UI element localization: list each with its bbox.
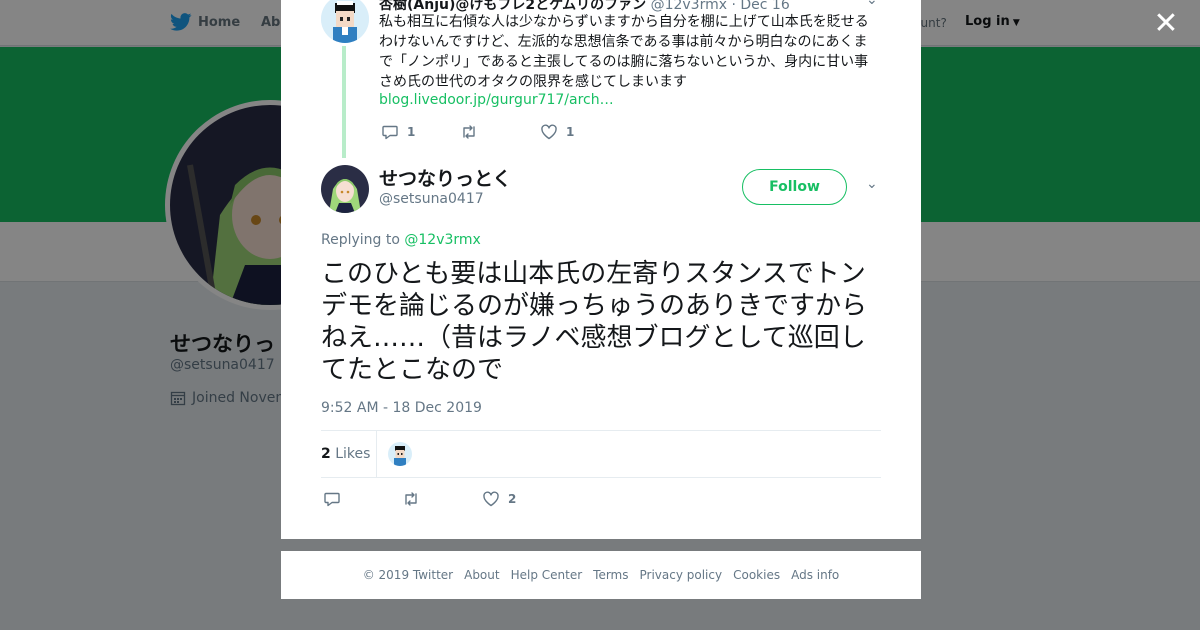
main-reply-button[interactable] <box>323 490 349 508</box>
footer-link-cookies[interactable]: Cookies <box>733 568 780 582</box>
footer-link-terms[interactable]: Terms <box>593 568 628 582</box>
liker-avatar-image <box>388 442 412 466</box>
retweet-icon <box>405 492 417 506</box>
main-tweet-timestamp[interactable]: 9:52 AM - 18 Dec 2019 <box>321 400 482 416</box>
main-tweet-avatar[interactable] <box>321 165 369 213</box>
liker-avatar[interactable] <box>388 442 412 466</box>
previous-retweet-button[interactable] <box>460 123 486 141</box>
previous-like-count: 1 <box>566 125 575 139</box>
retweet-icon <box>463 125 475 139</box>
footer-link-ads-info[interactable]: Ads info <box>791 568 839 582</box>
previous-like-button[interactable]: 1 <box>540 123 574 141</box>
main-like-button[interactable]: 2 <box>482 490 516 508</box>
stats-divider <box>376 431 377 478</box>
footer-link-privacy[interactable]: Privacy policy <box>640 568 723 582</box>
heart-icon <box>541 124 557 140</box>
close-icon[interactable]: ✕ <box>1152 9 1180 39</box>
main-tweet-name[interactable]: せつなりっとく <box>379 164 511 191</box>
tweet-stats: 2 Likes <box>321 430 881 478</box>
main-tweet-avatar-image <box>321 165 369 213</box>
main-tweet-chevron-down-icon[interactable]: ⌄ <box>866 176 878 192</box>
likes-label: Likes <box>335 446 371 462</box>
previous-tweet-text: 私も相互に右傾な人は少なからずいますから自分を棚に上げて山本氏を貶せるわけないん… <box>379 14 869 90</box>
footer: © 2019 Twitter About Help Center Terms P… <box>281 551 921 599</box>
main-retweet-button[interactable] <box>402 490 428 508</box>
main-like-count: 2 <box>508 492 517 506</box>
likes-number: 2 <box>321 446 331 462</box>
replying-to: Replying to @12v3rmx <box>321 232 481 248</box>
main-tweet-text: このひとも要は山本氏の左寄りスタンスでトンデモを論じるのが嫌っちゅうのありきです… <box>321 259 868 385</box>
main-tweet-handle[interactable]: @setsuna0417 <box>379 191 484 207</box>
previous-tweet-link[interactable]: blog.livedoor.jp/gurgur717/arch… <box>379 92 614 108</box>
footer-copyright: © 2019 Twitter <box>362 568 454 582</box>
reply-icon <box>382 125 398 140</box>
previous-reply-count: 1 <box>407 125 416 139</box>
follow-button[interactable]: Follow <box>742 169 847 205</box>
previous-reply-button[interactable]: 1 <box>381 123 415 141</box>
footer-link-help-center[interactable]: Help Center <box>511 568 583 582</box>
reply-icon <box>324 492 340 507</box>
footer-link-about[interactable]: About <box>464 568 499 582</box>
previous-tweet-chevron-down-icon[interactable]: ⌄ <box>866 0 878 8</box>
heart-icon <box>483 491 499 507</box>
replying-prefix: Replying to <box>321 232 400 248</box>
replying-to-link[interactable]: @12v3rmx <box>404 232 480 248</box>
likes-stat[interactable]: 2 Likes <box>321 446 370 462</box>
thread-connector <box>342 46 346 158</box>
